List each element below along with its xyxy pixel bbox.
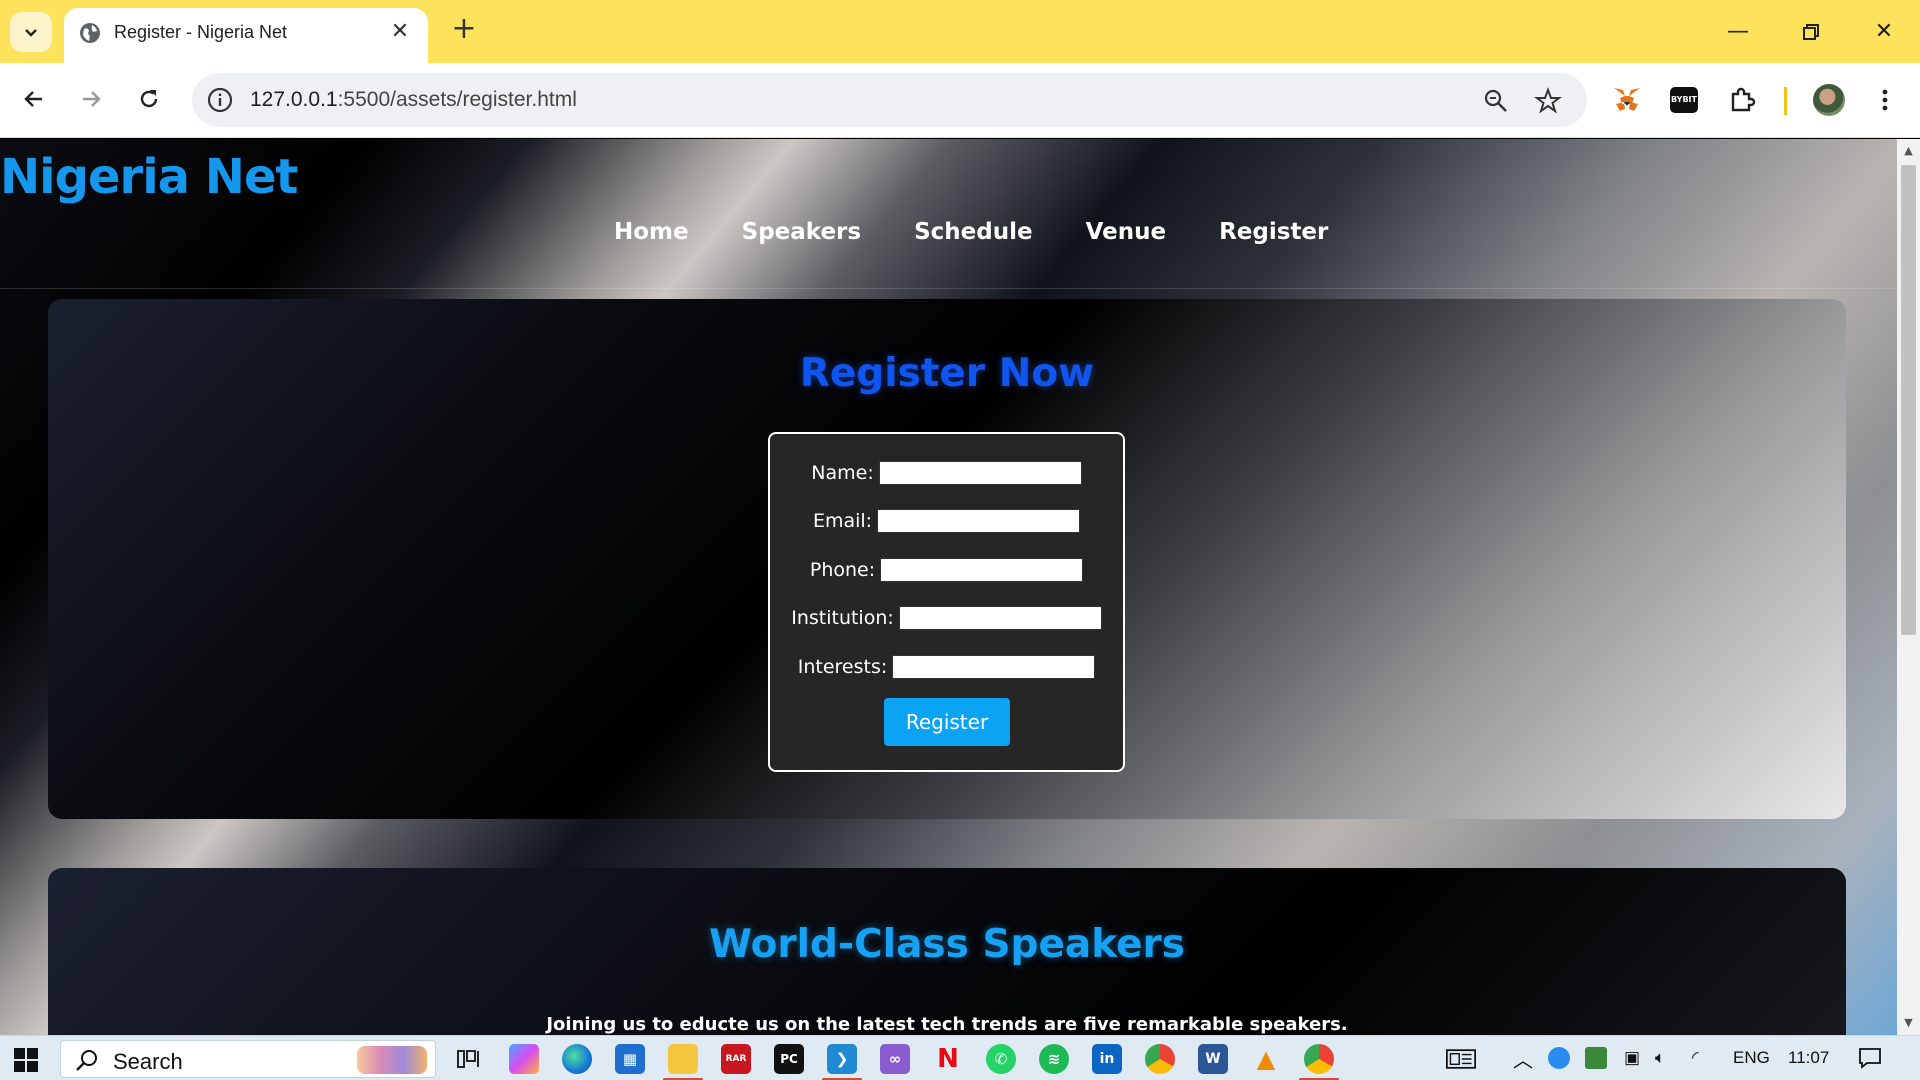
close-tab-icon[interactable]: ✕ (388, 20, 412, 44)
metamask-extension-icon[interactable] (1610, 83, 1644, 117)
nav-link-speakers[interactable]: Speakers (742, 217, 861, 247)
url-text[interactable]: 127.0.0.1:5500/assets/register.html (250, 87, 577, 113)
browser-tabstrip: Register - Nigeria Net ✕ + — ✕ (0, 0, 1920, 63)
arrow-left-icon (24, 91, 42, 107)
windows-start-icon[interactable] (14, 1048, 38, 1072)
word-icon[interactable]: W (1198, 1044, 1228, 1074)
email-label: Email: (812, 510, 873, 532)
speakers-subtitle: Joining us to educte us on the latest te… (546, 1014, 1348, 1035)
main-nav: Home Speakers Schedule Venue Register (0, 217, 1897, 289)
tab-search-button[interactable] (10, 12, 52, 52)
interests-label: Interests: (797, 656, 888, 678)
toolbar-separator (1784, 87, 1787, 115)
browser-toolbar: 127.0.0.1:5500/assets/register.html BYBI… (0, 63, 1920, 138)
browser-menu-icon[interactable] (1868, 83, 1902, 117)
scroll-down-arrow-icon[interactable]: ▼ (1903, 1017, 1914, 1028)
sync-tray-icon[interactable] (1548, 1047, 1570, 1069)
phone-input[interactable] (880, 558, 1084, 582)
new-tab-button[interactable]: + (448, 14, 480, 46)
vlc-icon[interactable]: ▲ (1251, 1044, 1281, 1074)
name-label: Name: (811, 462, 874, 484)
search-icon (76, 1050, 97, 1071)
volume-icon[interactable]: 🔈︎ (1655, 1048, 1665, 1068)
chrome-icon[interactable] (1145, 1044, 1175, 1074)
institution-input[interactable] (898, 606, 1102, 630)
spotify-icon[interactable]: ≋ (1039, 1044, 1069, 1074)
page-scrollbar[interactable]: ▲ ▼ (1897, 139, 1920, 1035)
task-view-icon[interactable] (454, 1044, 484, 1074)
restore-button[interactable] (1791, 14, 1831, 50)
scroll-up-arrow-icon[interactable]: ▲ (1903, 145, 1914, 156)
nav-link-schedule[interactable]: Schedule (914, 217, 1033, 247)
clock-time[interactable]: 11:07 (1788, 1048, 1829, 1068)
address-bar[interactable]: 127.0.0.1:5500/assets/register.html (192, 73, 1587, 127)
register-title: Register Now (799, 351, 1095, 396)
visual-studio-icon[interactable]: ∞ (880, 1044, 910, 1074)
battery-manager-icon[interactable] (1585, 1047, 1607, 1069)
forward-button[interactable] (73, 81, 109, 117)
speakers-title: World-Class Speakers (709, 922, 1185, 967)
vscode-icon[interactable]: ❯ (827, 1044, 857, 1074)
back-button[interactable] (16, 81, 52, 117)
wifi-icon[interactable]: ◜ (1692, 1048, 1699, 1068)
bybit-extension-icon[interactable]: BYBIT (1667, 83, 1701, 117)
phone-label: Phone: (809, 559, 876, 581)
arrow-right-icon (83, 91, 101, 107)
url-host: 127.0.0.1 (250, 88, 338, 111)
form-row-interests: Interests: (770, 652, 1123, 682)
taskbar-search-box[interactable]: Search (60, 1040, 436, 1078)
taskbar-search-label: Search (113, 1049, 183, 1074)
chrome-active-icon[interactable] (1304, 1044, 1334, 1074)
close-window-button[interactable]: ✕ (1864, 14, 1904, 50)
microsoft-store-icon[interactable]: ▦ (615, 1044, 645, 1074)
input-language[interactable]: ENG (1733, 1048, 1770, 1068)
news-widget-icon[interactable] (1446, 1044, 1476, 1074)
form-row-phone: Phone: (770, 555, 1123, 585)
chevron-down-icon (25, 29, 37, 37)
name-input[interactable] (878, 461, 1082, 485)
minimize-button[interactable]: — (1718, 14, 1758, 50)
form-row-name: Name: (770, 458, 1123, 488)
winrar-icon[interactable]: RAR (721, 1044, 751, 1074)
interests-input[interactable] (892, 655, 1096, 679)
registration-form: Name: Email: Phone: Institution: Interes… (768, 432, 1125, 772)
form-row-email: Email: (770, 506, 1123, 536)
scrollbar-thumb[interactable] (1901, 165, 1916, 635)
site-info-icon[interactable] (206, 86, 234, 114)
whatsapp-icon[interactable]: ✆ (986, 1044, 1016, 1074)
nav-link-venue[interactable]: Venue (1086, 217, 1167, 247)
reload-icon (140, 90, 158, 108)
register-submit-button[interactable]: Register (884, 698, 1010, 746)
file-explorer-icon[interactable] (668, 1044, 698, 1074)
page-viewport: Nigeria Net Home Speakers Schedule Venue… (0, 139, 1897, 1035)
nav-link-register[interactable]: Register (1219, 217, 1328, 247)
zoom-icon[interactable] (1482, 87, 1510, 115)
camera-tray-icon[interactable]: ▣ (1624, 1048, 1640, 1068)
speakers-section: World-Class Speakers Joining us to educt… (48, 868, 1846, 1035)
profile-avatar[interactable] (1812, 83, 1846, 117)
copilot-icon[interactable] (509, 1044, 539, 1074)
site-logo[interactable]: Nigeria Net (0, 149, 298, 205)
institution-label: Institution: (791, 607, 894, 629)
reload-button[interactable] (131, 81, 167, 117)
tray-overflow-chevron-icon[interactable]: ︿ (1513, 1044, 1533, 1073)
netflix-icon[interactable]: N (933, 1044, 963, 1074)
globe-icon (80, 23, 100, 43)
email-input[interactable] (877, 509, 1081, 533)
extensions-puzzle-icon[interactable] (1725, 83, 1759, 117)
browser-tab-active[interactable]: Register - Nigeria Net ✕ (64, 8, 428, 63)
notification-center-icon[interactable] (1858, 1046, 1881, 1069)
search-highlight-image (357, 1046, 427, 1074)
tab-title: Register - Nigeria Net (114, 22, 288, 42)
restore-icon (1803, 24, 1819, 40)
pycharm-icon[interactable]: PC (774, 1044, 804, 1074)
bookmark-star-icon[interactable] (1534, 87, 1562, 115)
edge-browser-icon[interactable] (562, 1044, 592, 1074)
windows-taskbar: Search ▦ RAR PC ❯ ∞ N ✆ ≋ in W ▲ ︿ ▣ 🔈︎ … (0, 1035, 1920, 1080)
form-row-institution: Institution: (770, 603, 1123, 633)
nav-link-home[interactable]: Home (614, 217, 689, 247)
register-section: Register Now Name: Email: Phone: Institu… (48, 299, 1846, 819)
linkedin-icon[interactable]: in (1092, 1044, 1122, 1074)
url-path: :5500/assets/register.html (337, 88, 577, 111)
